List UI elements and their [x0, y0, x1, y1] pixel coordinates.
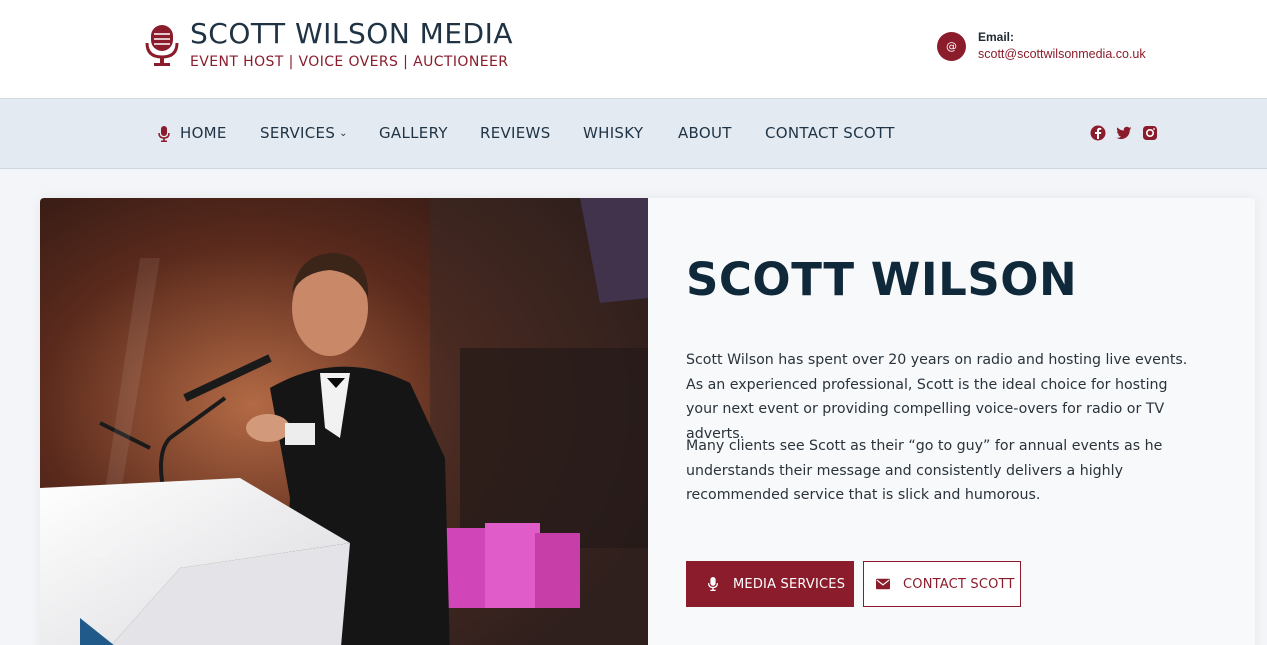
microphone-icon	[158, 126, 170, 142]
nav-services[interactable]: SERVICES ⌄	[260, 123, 348, 144]
hero-title: SCOTT WILSON	[686, 253, 1078, 306]
nav-home[interactable]: HOME	[180, 123, 227, 143]
nav-services-label: SERVICES	[260, 124, 336, 142]
hero-paragraph-2: Many clients see Scott as their “go to g…	[686, 438, 1163, 503]
instagram-icon[interactable]	[1142, 125, 1158, 141]
nav-whisky[interactable]: WHISKY	[583, 123, 643, 143]
facebook-icon[interactable]	[1090, 125, 1106, 141]
nav-reviews[interactable]: REVIEWS	[480, 123, 551, 143]
main-nav: HOME SERVICES ⌄ GALLERY REVIEWS WHISKY AB…	[0, 99, 1267, 169]
microphone-icon	[707, 577, 719, 591]
site-header: SCOTT WILSON MEDIA EVENT HOST | VOICE OV…	[0, 0, 1267, 99]
envelope-icon	[876, 578, 890, 590]
logo-title: SCOTT WILSON MEDIA	[190, 17, 514, 50]
site-logo[interactable]: SCOTT WILSON MEDIA EVENT HOST | VOICE OV…	[145, 18, 513, 74]
speaker-at-podium-photo	[40, 198, 648, 645]
microphone-logo-icon	[145, 25, 179, 66]
hero-content: SCOTT WILSON Scott Wilson has spent over…	[686, 198, 1246, 645]
contact-scott-button[interactable]: CONTACT SCOTT	[863, 561, 1021, 607]
email-link[interactable]: scott@scottwilsonmedia.co.uk	[978, 47, 1146, 61]
logo-subtitle: EVENT HOST | VOICE OVERS | AUCTIONEER	[190, 54, 509, 70]
contact-scott-label: CONTACT SCOTT	[903, 576, 1015, 592]
email-label: Email:	[978, 30, 1015, 44]
header-email: @ Email: scott@scottwilsonmedia.co.uk	[937, 30, 1177, 70]
hero-section: SCOTT WILSON Scott Wilson has spent over…	[40, 198, 1255, 645]
nav-gallery[interactable]: GALLERY	[379, 123, 448, 143]
media-services-button[interactable]: MEDIA SERVICES	[686, 561, 854, 607]
nav-about[interactable]: ABOUT	[678, 123, 732, 143]
twitter-icon[interactable]	[1116, 125, 1132, 141]
chevron-down-icon: ⌄	[339, 128, 348, 139]
media-services-label: MEDIA SERVICES	[733, 576, 846, 592]
email-icon: @	[937, 32, 966, 61]
hero-paragraph-1: Scott Wilson has spent over 20 years on …	[686, 352, 1188, 442]
nav-contact-scott[interactable]: CONTACT SCOTT	[765, 123, 895, 143]
hero-photo	[40, 198, 648, 645]
